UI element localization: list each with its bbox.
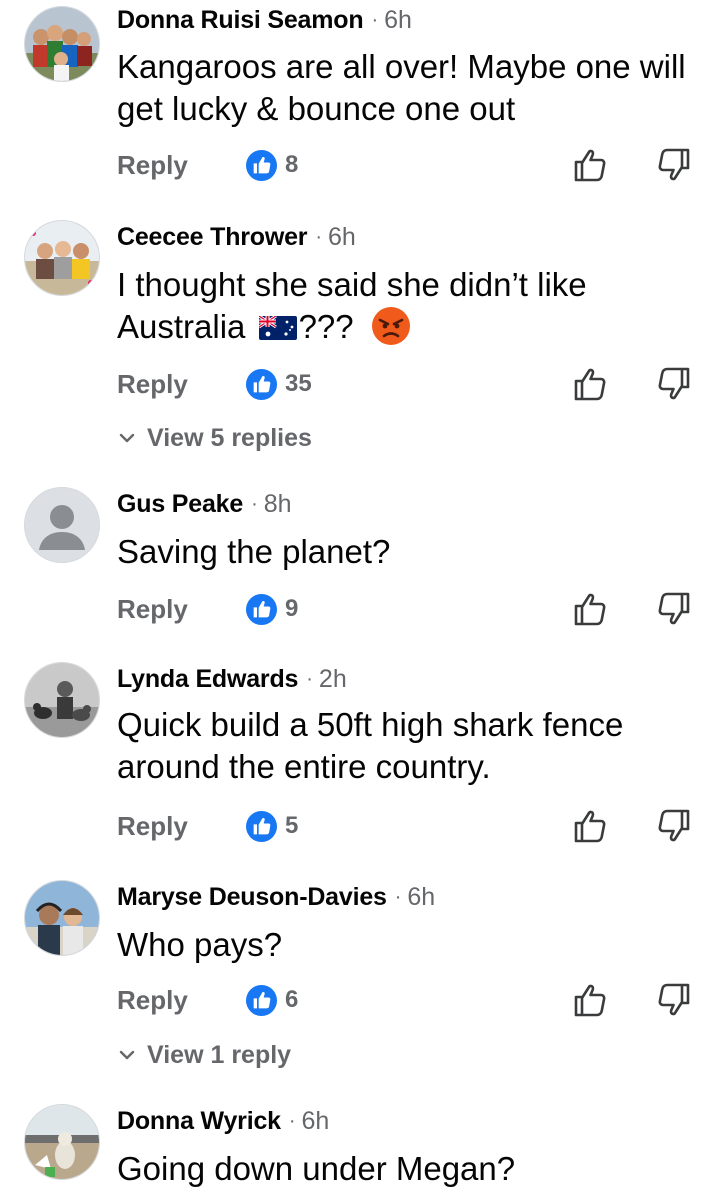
avatar[interactable] bbox=[24, 662, 100, 738]
comment-text: Kangaroos are all over! Maybe one will g… bbox=[117, 48, 686, 127]
family-photo-avatar-icon bbox=[25, 7, 99, 81]
commenter-name[interactable]: Lynda Edwards bbox=[117, 665, 298, 694]
timestamp[interactable]: 6h bbox=[384, 6, 412, 35]
view-replies-link[interactable]: View 5 replies bbox=[117, 421, 312, 455]
comment-actions: Reply 6 bbox=[0, 980, 720, 1020]
reply-button[interactable]: Reply bbox=[117, 806, 188, 846]
timestamp[interactable]: 8h bbox=[264, 490, 292, 519]
chevron-down-icon bbox=[117, 1045, 137, 1065]
upvote-outline-icon[interactable] bbox=[570, 589, 610, 629]
downvote-outline-icon[interactable] bbox=[654, 806, 694, 846]
separator: · bbox=[251, 492, 258, 515]
group-photo-avatar-icon bbox=[25, 221, 99, 295]
comment-header: Donna Ruisi Seamon · 6h bbox=[117, 3, 412, 37]
dog-photo-avatar-icon bbox=[25, 1105, 99, 1179]
like-summary[interactable]: 6 bbox=[246, 984, 298, 1016]
separator: · bbox=[288, 1109, 296, 1132]
comment-actions: Reply 5 bbox=[0, 806, 720, 846]
view-replies-label: View 5 replies bbox=[147, 423, 312, 452]
view-replies-label: View 1 reply bbox=[147, 1040, 292, 1069]
upvote-outline-icon[interactable] bbox=[570, 980, 610, 1020]
avatar[interactable] bbox=[24, 1104, 100, 1180]
like-count: 9 bbox=[285, 595, 299, 622]
comment-header: Ceecee Thrower · 6h bbox=[117, 220, 356, 254]
thumbs-up-icon bbox=[246, 984, 277, 1016]
like-summary[interactable]: 9 bbox=[246, 593, 298, 625]
downvote-outline-icon[interactable] bbox=[654, 364, 694, 404]
like-count: 35 bbox=[285, 370, 312, 397]
commenter-name[interactable]: Gus Peake bbox=[117, 490, 243, 519]
dogs-photo-avatar-icon bbox=[25, 663, 99, 737]
comment-header: Gus Peake · 8h bbox=[117, 487, 292, 521]
commenter-name[interactable]: Ceecee Thrower bbox=[117, 223, 308, 252]
separator: · bbox=[371, 8, 379, 31]
view-replies-link[interactable]: View 1 reply bbox=[117, 1038, 291, 1072]
separator: · bbox=[306, 667, 313, 690]
comment-header: Maryse Deuson-Davies · 6h bbox=[117, 880, 435, 914]
comment-item: Donna Wyrick · 6h Going down under Megan… bbox=[0, 1104, 720, 1200]
comment-actions: Reply 8 bbox=[0, 145, 720, 185]
thumbs-up-icon bbox=[246, 593, 277, 625]
avatar[interactable] bbox=[24, 220, 100, 296]
reply-button[interactable]: Reply bbox=[117, 980, 188, 1020]
comment-text: Saving the planet? bbox=[117, 533, 391, 570]
person-silhouette-icon bbox=[25, 488, 99, 562]
commenter-name[interactable]: Donna Ruisi Seamon bbox=[117, 6, 364, 35]
angry-face-icon bbox=[371, 307, 410, 345]
like-summary[interactable]: 35 bbox=[246, 368, 312, 400]
comment-text: I thought she said she didn’t like Austr… bbox=[117, 264, 687, 348]
reply-button[interactable]: Reply bbox=[117, 145, 188, 185]
comment-item: Ceecee Thrower · 6h I thought she said s… bbox=[0, 220, 720, 470]
avatar[interactable] bbox=[24, 6, 100, 82]
comment-text: Who pays? bbox=[117, 926, 283, 963]
comment-actions: Reply 9 bbox=[0, 589, 720, 629]
like-count: 5 bbox=[285, 812, 299, 839]
thumbs-up-icon bbox=[246, 810, 277, 842]
comment-text: Going down under Megan? bbox=[117, 1150, 516, 1187]
thumbs-up-icon bbox=[246, 149, 277, 181]
couple-photo-avatar-icon bbox=[25, 881, 99, 955]
reply-button[interactable]: Reply bbox=[117, 364, 188, 404]
comment-item: Gus Peake · 8h Saving the planet? Reply … bbox=[0, 487, 720, 647]
like-count: 8 bbox=[285, 151, 299, 178]
comment-item: Lynda Edwards · 2h Quick build a 50ft hi… bbox=[0, 662, 720, 862]
commenter-name[interactable]: Donna Wyrick bbox=[117, 1107, 281, 1136]
downvote-outline-icon[interactable] bbox=[654, 980, 694, 1020]
chevron-down-icon bbox=[117, 428, 137, 448]
upvote-outline-icon[interactable] bbox=[570, 806, 610, 846]
australia-flag-icon bbox=[258, 316, 297, 340]
downvote-outline-icon[interactable] bbox=[654, 589, 694, 629]
like-summary[interactable]: 8 bbox=[246, 149, 298, 181]
timestamp[interactable]: 6h bbox=[407, 883, 435, 912]
comment-actions: Reply 35 bbox=[0, 364, 720, 404]
avatar[interactable] bbox=[24, 487, 100, 563]
upvote-outline-icon[interactable] bbox=[570, 364, 610, 404]
comment-header: Donna Wyrick · 6h bbox=[117, 1104, 329, 1138]
comment-header: Lynda Edwards · 2h bbox=[117, 662, 347, 696]
reply-button[interactable]: Reply bbox=[117, 589, 188, 629]
avatar[interactable] bbox=[24, 880, 100, 956]
downvote-outline-icon[interactable] bbox=[654, 145, 694, 185]
timestamp[interactable]: 6h bbox=[302, 1107, 330, 1136]
comment-item: Maryse Deuson-Davies · 6h Who pays? Repl… bbox=[0, 880, 720, 1080]
separator: · bbox=[394, 885, 402, 908]
timestamp[interactable]: 6h bbox=[328, 223, 356, 252]
timestamp[interactable]: 2h bbox=[319, 665, 347, 694]
comment-text-part: ??? bbox=[298, 308, 363, 345]
comment-item: Donna Ruisi Seamon · 6h Kangaroos are al… bbox=[0, 0, 720, 200]
separator: · bbox=[315, 225, 323, 248]
like-count: 6 bbox=[285, 986, 299, 1013]
commenter-name[interactable]: Maryse Deuson-Davies bbox=[117, 883, 387, 912]
thumbs-up-icon bbox=[246, 368, 277, 400]
comment-text: Quick build a 50ft high shark fence arou… bbox=[117, 706, 624, 785]
upvote-outline-icon[interactable] bbox=[570, 145, 610, 185]
like-summary[interactable]: 5 bbox=[246, 810, 298, 842]
